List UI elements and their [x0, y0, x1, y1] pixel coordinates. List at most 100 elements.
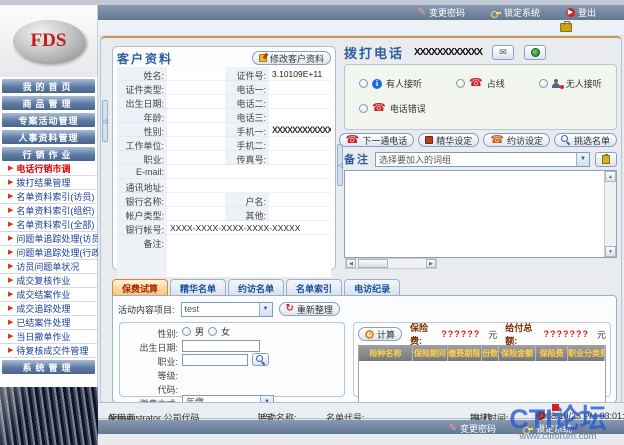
refresh-button[interactable]: ↻ 重新整理	[279, 302, 340, 316]
scroll-right-icon[interactable]: ▶	[426, 259, 436, 268]
clipboard-icon	[602, 155, 610, 164]
busy-phone-icon: ☎	[469, 78, 483, 89]
job-value	[167, 151, 225, 165]
calculate-button[interactable]: 计算	[358, 327, 402, 341]
vertical-scrollbar[interactable]: ▲ ▼	[604, 171, 616, 257]
sidebar-item-deal-track[interactable]: ▶成交追踪处理	[0, 302, 97, 316]
account-name-value	[269, 193, 331, 207]
sidebar-item-pending-review-deals[interactable]: ▶待复核成交件管理	[0, 344, 97, 358]
scroll-left-icon[interactable]: ◀	[346, 259, 356, 268]
error-phone-icon: ☎	[372, 103, 386, 114]
scroll-thumb[interactable]	[358, 259, 388, 268]
radio-male[interactable]: 男	[182, 325, 204, 338]
pick-list-button[interactable]: 挑选名单	[554, 133, 617, 147]
email-label: E-mail:	[117, 165, 167, 179]
change-password-link[interactable]: ✎ 变更密码	[418, 6, 465, 19]
phrase-select[interactable]: 选择要加入的词组 ▼	[375, 152, 590, 167]
field-label: 证件号:	[225, 67, 269, 81]
sidebar-item-dial-results[interactable]: ▶拨打结果管理	[0, 176, 97, 190]
sidebar-item-phone-survey[interactable]: ▶电话行销市调	[0, 162, 97, 176]
premium-label: 保险费:	[410, 321, 433, 347]
insert-phrase-button[interactable]	[595, 152, 617, 167]
total-unit: 元	[597, 328, 606, 341]
field-label: 工作单位:	[117, 137, 167, 151]
next-call-button[interactable]: ☎ 下一通电话	[339, 133, 415, 147]
dial-panel-title: 拨打电话	[344, 43, 404, 62]
tab-highlight-list[interactable]: 精华名单	[170, 279, 226, 295]
pencil-icon: ✎	[418, 8, 426, 18]
logout-link[interactable]: ▶ 登出	[566, 6, 596, 19]
refresh-icon: ↻	[286, 304, 294, 314]
sidebar-item-closed-cases[interactable]: ▶已结案件处理	[0, 316, 97, 330]
premium-calc-panel: 活动内容项目: test ▼ ↻ 重新整理 性别: 男 女	[112, 295, 617, 403]
job-search-button[interactable]	[252, 353, 269, 366]
customer-panel-title: 客户资料	[117, 50, 173, 67]
customer-form: 姓名: 证件号:3.10109E+11 证件类型: 电话一: 出生日期: 电话二…	[117, 67, 331, 165]
sidebar-item-agent-issue-status[interactable]: ▶访员问题单状况	[0, 260, 97, 274]
footer-change-password-link[interactable]: ✎ 变更密码	[449, 422, 496, 435]
activity-item-select[interactable]: test ▼	[181, 302, 273, 317]
change-password-label: 变更密码	[429, 6, 465, 19]
magnifier-icon	[561, 135, 571, 145]
footer-lock-system-link[interactable]: 锁定系统	[523, 422, 572, 435]
redial-button[interactable]	[524, 45, 546, 60]
sidebar-item-deal-review[interactable]: ▶成交复核作业	[0, 274, 97, 288]
scroll-up-icon[interactable]: ▲	[605, 171, 616, 182]
building-photo	[0, 387, 98, 445]
panel-split-handle[interactable]: ◁	[337, 144, 343, 186]
job-input[interactable]	[182, 354, 248, 366]
arrow-icon: ▶	[8, 179, 13, 186]
sidebar-item-list-index-all[interactable]: ▶名单资料索引(全部)	[0, 218, 97, 232]
sidebar-section-marketing-ops[interactable]: 行销作业	[1, 146, 96, 162]
birth-input[interactable]	[182, 340, 260, 352]
tab-appointment-list[interactable]: 约访名单	[228, 279, 284, 295]
logo: FDS	[0, 5, 97, 77]
premium-value: ??????	[441, 329, 480, 339]
key-icon	[491, 10, 501, 16]
arrow-icon: ▶	[8, 235, 13, 242]
work-area: ◁ ◁ 客户资料 修改客户资料 姓名: 证件号:3.10109E+11 证件类型…	[100, 36, 622, 404]
scroll-down-icon[interactable]: ▼	[605, 246, 616, 257]
sidebar-item-list-index-org[interactable]: ▶名单资料索引(组织)	[0, 204, 97, 218]
edit-customer-button[interactable]: 修改客户资料	[252, 51, 331, 65]
sidebar-section-my-home[interactable]: 我的首页	[1, 78, 96, 94]
birth-value	[167, 95, 225, 109]
arrow-icon: ▶	[8, 193, 13, 200]
dial-notes-textarea[interactable]: ▲ ▼ ◀ ▶	[344, 170, 617, 258]
sidebar-item-same-day-cancel[interactable]: ▶当日撤单作业	[0, 330, 97, 344]
radio-female[interactable]: 女	[208, 325, 230, 338]
field-label: 帐户类型:	[117, 207, 167, 221]
sidebar-item-issue-track-agent[interactable]: ▶问题单追踪处理(访员)	[0, 232, 97, 246]
radio-wrong-number[interactable]: ☎ 电话错误	[359, 102, 606, 115]
radio-no-answer[interactable]: 无人接听	[539, 77, 602, 90]
radio-answered[interactable]: i 有人接听	[359, 77, 422, 90]
message-button[interactable]: ✉	[492, 45, 514, 60]
envelope-icon: ✉	[499, 48, 507, 57]
highlight-setting-button[interactable]: 精华设定	[418, 133, 479, 147]
sidebar-section-hr-mgmt[interactable]: 人事资料管理	[1, 129, 96, 145]
tab-call-records[interactable]: 电访纪录	[344, 279, 400, 295]
sidebar-section-product-mgmt[interactable]: 商品管理	[1, 95, 96, 111]
sidebar-section-system-mgmt[interactable]: 系统管理	[1, 359, 96, 375]
field-label: 手机一:	[225, 123, 269, 137]
tab-premium-calc[interactable]: 保费试算	[112, 279, 168, 295]
mobile2-value	[269, 137, 331, 151]
job-label: 职业:	[124, 353, 182, 366]
radio-busy[interactable]: ☎ 占线	[456, 77, 505, 90]
sidebar-item-list-index-agent[interactable]: ▶名单资料索引(访员)	[0, 190, 97, 204]
appointment-icon: ☎	[490, 135, 504, 146]
sidebar-section-campaign-mgmt[interactable]: 专案活动管理	[1, 112, 96, 128]
sidebar-collapse-handle[interactable]: ◁	[102, 100, 108, 142]
arrow-icon: ▶	[8, 249, 13, 256]
age-value	[167, 109, 225, 123]
appointment-setting-button[interactable]: ☎ 约访设定	[483, 133, 550, 147]
sidebar-item-deal-close[interactable]: ▶成交结案作业	[0, 288, 97, 302]
briefcase-icon[interactable]	[560, 23, 572, 32]
horizontal-scrollbar[interactable]: ◀ ▶	[345, 258, 437, 269]
tab-list-index[interactable]: 名单索引	[286, 279, 342, 295]
sidebar-item-issue-track-admin[interactable]: ▶问题单追踪处理(行政)	[0, 246, 97, 260]
logo-text: FDS	[31, 30, 67, 52]
gender-label: 性别:	[124, 325, 182, 338]
activity-item-label: 活动内容项目:	[118, 303, 175, 316]
lock-system-link[interactable]: 锁定系统	[491, 6, 540, 19]
